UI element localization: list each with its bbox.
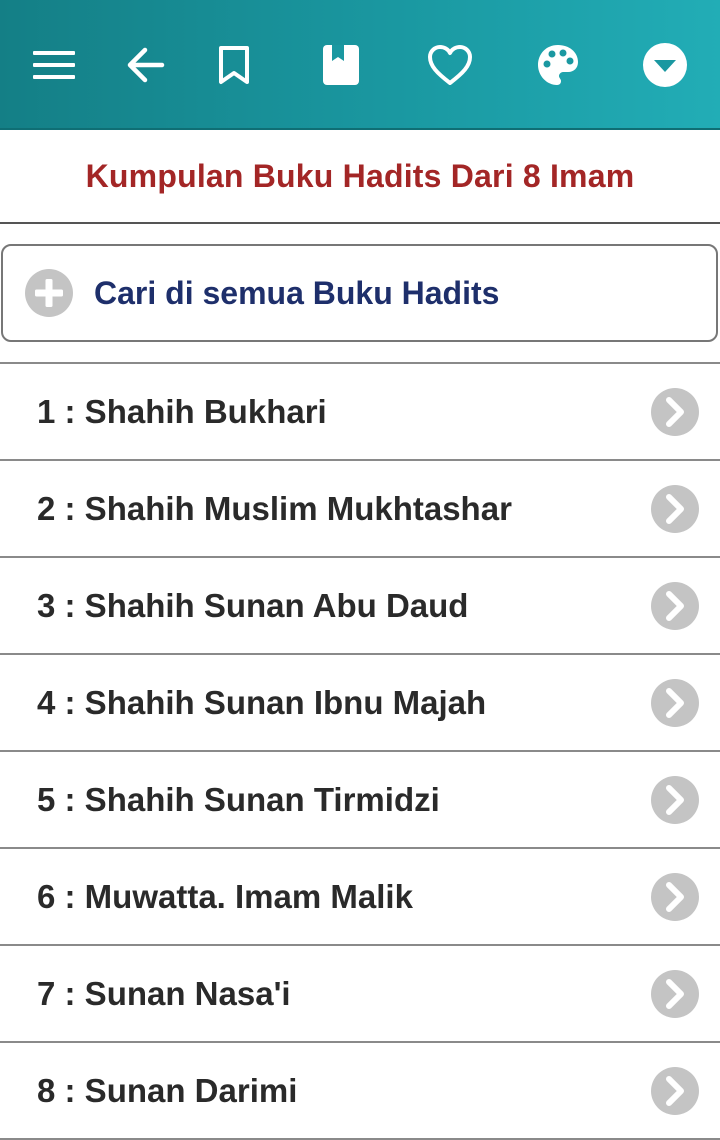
back-button[interactable] xyxy=(117,37,173,93)
chevron-right-icon xyxy=(651,484,699,533)
back-arrow-icon xyxy=(127,47,165,83)
chevron-right-icon xyxy=(651,1066,699,1115)
search-all-books-label: Cari di semua Buku Hadits xyxy=(94,274,500,311)
book-item-label: 8 : Sunan Darimi xyxy=(37,1071,298,1109)
bookmarks-list-button[interactable] xyxy=(313,37,369,93)
plus-circle-icon xyxy=(25,269,73,317)
heart-icon xyxy=(428,45,472,85)
toolbar xyxy=(0,0,720,130)
book-item-6[interactable]: 6 : Muwatta. Imam Malik xyxy=(0,849,720,946)
favorite-button[interactable] xyxy=(422,37,478,93)
book-item-7[interactable]: 7 : Sunan Nasa'i xyxy=(0,946,720,1043)
book-item-4[interactable]: 4 : Shahih Sunan Ibnu Majah xyxy=(0,655,720,752)
chevron-right-icon xyxy=(651,775,699,824)
dropdown-circle-icon xyxy=(643,43,687,87)
book-item-label: 3 : Shahih Sunan Abu Daud xyxy=(37,586,469,624)
book-item-label: 2 : Shahih Muslim Mukhtashar xyxy=(37,489,512,527)
chevron-right-icon xyxy=(651,678,699,727)
more-options-button[interactable] xyxy=(637,37,693,93)
menu-button[interactable] xyxy=(26,37,82,93)
bookmark-filled-icon xyxy=(323,45,359,85)
palette-icon xyxy=(538,45,578,85)
book-item-2[interactable]: 2 : Shahih Muslim Mukhtashar xyxy=(0,461,720,558)
search-all-books-button[interactable]: Cari di semua Buku Hadits xyxy=(1,244,718,342)
book-item-8[interactable]: 8 : Sunan Darimi xyxy=(0,1043,720,1140)
book-list: 1 : Shahih Bukhari 2 : Shahih Muslim Muk… xyxy=(0,362,720,1140)
book-item-label: 7 : Sunan Nasa'i xyxy=(37,974,291,1012)
book-item-5[interactable]: 5 : Shahih Sunan Tirmidzi xyxy=(0,752,720,849)
chevron-right-icon xyxy=(651,387,699,436)
menu-icon xyxy=(33,51,75,79)
bookmark-outline-icon xyxy=(219,46,249,84)
chevron-right-icon xyxy=(651,969,699,1018)
book-item-label: 1 : Shahih Bukhari xyxy=(37,392,327,430)
book-item-label: 5 : Shahih Sunan Tirmidzi xyxy=(37,780,440,818)
theme-button[interactable] xyxy=(530,37,586,93)
book-item-3[interactable]: 3 : Shahih Sunan Abu Daud xyxy=(0,558,720,655)
book-item-label: 4 : Shahih Sunan Ibnu Majah xyxy=(37,683,487,721)
page-title-bar: Kumpulan Buku Hadits Dari 8 Imam xyxy=(0,130,720,224)
bookmark-button[interactable] xyxy=(206,37,262,93)
page-title: Kumpulan Buku Hadits Dari 8 Imam xyxy=(85,157,635,194)
chevron-right-icon xyxy=(651,872,699,921)
book-item-label: 6 : Muwatta. Imam Malik xyxy=(37,877,413,915)
chevron-right-icon xyxy=(651,581,699,630)
book-item-1[interactable]: 1 : Shahih Bukhari xyxy=(0,364,720,461)
